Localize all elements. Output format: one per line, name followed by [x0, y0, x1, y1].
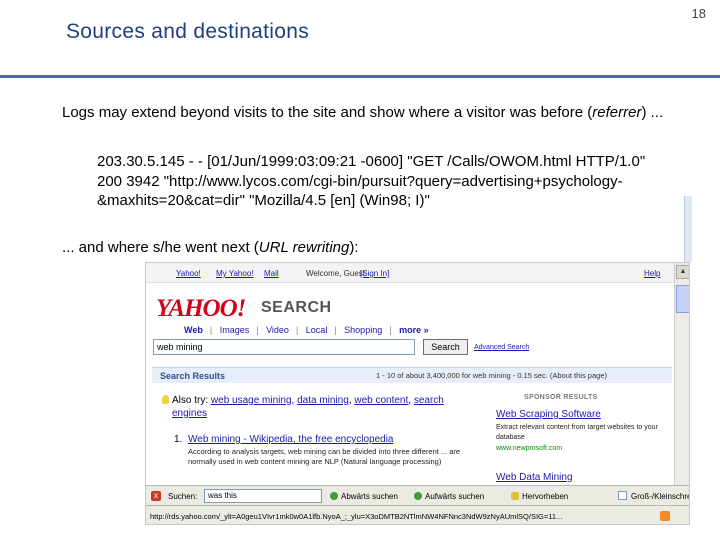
- sponsor-ad-1-url[interactable]: www.newprosoft.com: [496, 445, 562, 452]
- results-count: 1 - 10 of about 3,400,000 for web mining…: [376, 371, 607, 380]
- lightbulb-icon: [162, 395, 169, 404]
- title-divider: [0, 75, 720, 78]
- my-yahoo-link[interactable]: My Yahoo!: [216, 269, 254, 278]
- yahoo-logo: YAHOO!: [156, 295, 246, 322]
- slide-number: 18: [691, 6, 706, 21]
- tab-web[interactable]: Web: [184, 325, 203, 335]
- sponsor-ad-1-description: Extract relevant content from target web…: [496, 424, 658, 441]
- yahoo-search-wordmark: SEARCH: [261, 299, 332, 316]
- find-previous-button[interactable]: Aufwärts suchen: [425, 492, 484, 501]
- scroll-up-icon[interactable]: ▲: [676, 265, 689, 279]
- result-snippet: According to analysis targets, web minin…: [188, 447, 461, 466]
- status-bar: http://rds.yahoo.com/_ylt=A0geu1VIvr1mk0…: [146, 505, 689, 524]
- scroll-thumb[interactable]: [676, 285, 689, 313]
- log-entry: 203.30.5.145 - - [01/Jun/1999:03:09:21 -…: [97, 153, 646, 209]
- result-number: 1.: [174, 434, 183, 445]
- find-bar: x Suchen: was this Abwärts suchen Aufwär…: [146, 485, 689, 505]
- results-header-bar: Search Results 1 - 10 of about 3,400,000…: [152, 367, 672, 383]
- mail-link[interactable]: Mail: [264, 269, 279, 278]
- highlight-button[interactable]: Hervorheben: [522, 492, 568, 501]
- tab-video[interactable]: Video: [266, 325, 289, 335]
- tab-local[interactable]: Local: [306, 325, 328, 335]
- sponsor-ad-2-title[interactable]: Web Data Mining: [496, 472, 573, 483]
- rewriting-text: ... and where s/he went next (: [62, 239, 259, 256]
- suggestion-web-content[interactable]: web content: [354, 395, 408, 406]
- search-button[interactable]: Search: [423, 339, 468, 355]
- rewriting-text-end: ):: [349, 239, 359, 256]
- rewriting-term: URL rewriting: [258, 239, 350, 256]
- welcome-text: Welcome, Guest: [306, 269, 365, 278]
- suggestion-web-usage-mining[interactable]: web usage mining: [211, 395, 292, 406]
- search-vertical-tabs: Web | Images | Video | Local | Shopping | mor…: [184, 325, 429, 335]
- referrer-term: referrer: [592, 104, 642, 121]
- tab-shopping[interactable]: Shopping: [344, 325, 382, 335]
- yahoo-home-link[interactable]: Yahoo!: [176, 269, 201, 278]
- background-window-edge: [684, 196, 692, 262]
- yahoo-top-links: Yahoo! My Yahoo! Mail Welcome, Guest [Si…: [146, 263, 674, 283]
- also-try-label: Also try:: [172, 395, 209, 406]
- referrer-text: Logs may extend beyond visits to the sit…: [62, 104, 593, 121]
- slide-title: Sources and destinations: [66, 20, 310, 43]
- find-next-button[interactable]: Abwärts suchen: [341, 492, 398, 501]
- sponsor-results-heading: SPONSOR RESULTS: [524, 394, 598, 401]
- match-case-label: Groß-/Kleinschreibung: [631, 492, 689, 501]
- tab-images[interactable]: Images: [220, 325, 250, 335]
- vertical-scrollbar[interactable]: ▲: [674, 263, 689, 501]
- sponsor-ad-1-title[interactable]: Web Scraping Software: [496, 409, 601, 420]
- sign-in-link[interactable]: [Sign In]: [360, 269, 389, 278]
- find-previous-arrow-icon: [414, 492, 422, 500]
- result-title-link[interactable]: Web mining - Wikipedia, the free encyclo…: [188, 434, 393, 445]
- results-title: Search Results: [160, 371, 226, 381]
- suggestion-data-mining[interactable]: data mining: [297, 395, 349, 406]
- rewriting-paragraph: ... and where s/he went next (URL rewrit…: [62, 238, 702, 257]
- advanced-search-link[interactable]: Advanced Search: [474, 344, 529, 351]
- referrer-text-end: ) ...: [641, 104, 664, 121]
- find-close-icon[interactable]: x: [151, 491, 161, 501]
- find-input[interactable]: was this: [204, 489, 322, 503]
- status-url: http://rds.yahoo.com/_ylt=A0geu1VIvr1mk0…: [150, 512, 563, 521]
- referrer-paragraph: Logs may extend beyond visits to the sit…: [62, 103, 702, 122]
- search-input[interactable]: web mining: [153, 339, 415, 355]
- help-link[interactable]: Help: [644, 269, 660, 278]
- tab-more[interactable]: more »: [399, 325, 429, 335]
- match-case-checkbox[interactable]: [618, 491, 627, 500]
- find-label: Suchen:: [168, 492, 198, 501]
- browser-screenshot: Yahoo! My Yahoo! Mail Welcome, Guest [Si…: [145, 262, 690, 525]
- find-next-arrow-icon: [330, 492, 338, 500]
- highlight-icon: [511, 492, 519, 500]
- rss-feed-icon[interactable]: [660, 511, 670, 521]
- also-try-suggestions: Also try: web usage mining, data mining,…: [172, 395, 444, 419]
